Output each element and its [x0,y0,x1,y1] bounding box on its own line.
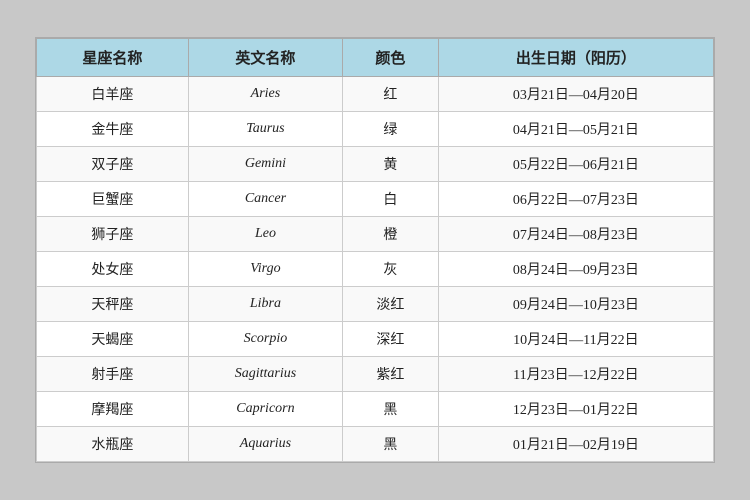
cell-r9-c3: 12月23日—01月22日 [438,392,713,427]
cell-r6-c2: 淡红 [343,287,439,322]
cell-r7-c3: 10月24日—11月22日 [438,322,713,357]
table-row: 巨蟹座Cancer白06月22日—07月23日 [37,182,714,217]
table-row: 摩羯座Capricorn黑12月23日—01月22日 [37,392,714,427]
cell-r2-c1: Gemini [188,147,342,182]
table-row: 天蝎座Scorpio深红10月24日—11月22日 [37,322,714,357]
cell-r8-c1: Sagittarius [188,357,342,392]
cell-r3-c3: 06月22日—07月23日 [438,182,713,217]
table-row: 金牛座Taurus绿04月21日—05月21日 [37,112,714,147]
cell-r9-c2: 黑 [343,392,439,427]
table-row: 射手座Sagittarius紫红11月23日—12月22日 [37,357,714,392]
cell-r7-c1: Scorpio [188,322,342,357]
table-header: 星座名称英文名称颜色出生日期（阳历） [37,39,714,77]
cell-r4-c0: 狮子座 [37,217,189,252]
cell-r6-c1: Libra [188,287,342,322]
cell-r7-c2: 深红 [343,322,439,357]
table-row: 水瓶座Aquarius黑01月21日—02月19日 [37,427,714,462]
header-cell: 英文名称 [188,39,342,77]
cell-r9-c1: Capricorn [188,392,342,427]
zodiac-table: 星座名称英文名称颜色出生日期（阳历） 白羊座Aries红03月21日—04月20… [36,38,714,462]
cell-r4-c1: Leo [188,217,342,252]
header-cell: 出生日期（阳历） [438,39,713,77]
cell-r5-c3: 08月24日—09月23日 [438,252,713,287]
cell-r8-c2: 紫红 [343,357,439,392]
cell-r10-c0: 水瓶座 [37,427,189,462]
cell-r7-c0: 天蝎座 [37,322,189,357]
header-cell: 星座名称 [37,39,189,77]
cell-r8-c3: 11月23日—12月22日 [438,357,713,392]
cell-r0-c3: 03月21日—04月20日 [438,77,713,112]
zodiac-table-container: 星座名称英文名称颜色出生日期（阳历） 白羊座Aries红03月21日—04月20… [35,37,715,463]
cell-r2-c3: 05月22日—06月21日 [438,147,713,182]
cell-r5-c2: 灰 [343,252,439,287]
cell-r4-c2: 橙 [343,217,439,252]
table-row: 狮子座Leo橙07月24日—08月23日 [37,217,714,252]
cell-r9-c0: 摩羯座 [37,392,189,427]
cell-r1-c3: 04月21日—05月21日 [438,112,713,147]
cell-r10-c3: 01月21日—02月19日 [438,427,713,462]
cell-r5-c1: Virgo [188,252,342,287]
header-row: 星座名称英文名称颜色出生日期（阳历） [37,39,714,77]
cell-r10-c1: Aquarius [188,427,342,462]
table-row: 天秤座Libra淡红09月24日—10月23日 [37,287,714,322]
table-row: 白羊座Aries红03月21日—04月20日 [37,77,714,112]
table-body: 白羊座Aries红03月21日—04月20日金牛座Taurus绿04月21日—0… [37,77,714,462]
cell-r0-c2: 红 [343,77,439,112]
cell-r3-c0: 巨蟹座 [37,182,189,217]
cell-r4-c3: 07月24日—08月23日 [438,217,713,252]
cell-r2-c0: 双子座 [37,147,189,182]
cell-r10-c2: 黑 [343,427,439,462]
table-row: 处女座Virgo灰08月24日—09月23日 [37,252,714,287]
header-cell: 颜色 [343,39,439,77]
cell-r6-c0: 天秤座 [37,287,189,322]
cell-r3-c1: Cancer [188,182,342,217]
cell-r0-c1: Aries [188,77,342,112]
cell-r2-c2: 黄 [343,147,439,182]
cell-r6-c3: 09月24日—10月23日 [438,287,713,322]
cell-r3-c2: 白 [343,182,439,217]
cell-r0-c0: 白羊座 [37,77,189,112]
cell-r8-c0: 射手座 [37,357,189,392]
cell-r5-c0: 处女座 [37,252,189,287]
cell-r1-c1: Taurus [188,112,342,147]
cell-r1-c2: 绿 [343,112,439,147]
cell-r1-c0: 金牛座 [37,112,189,147]
table-row: 双子座Gemini黄05月22日—06月21日 [37,147,714,182]
